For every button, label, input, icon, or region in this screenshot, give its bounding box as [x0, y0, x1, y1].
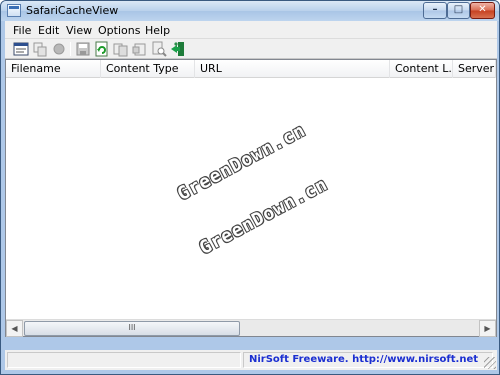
app-icon	[7, 4, 21, 17]
menu-help[interactable]: Help	[145, 24, 170, 37]
cache-list[interactable]: Filename Content Type URL Content L... S…	[5, 59, 497, 337]
menu-edit[interactable]: Edit	[38, 24, 59, 37]
copy-icon[interactable]	[32, 41, 48, 57]
copy-selected-icon[interactable]	[113, 41, 129, 57]
column-header: Filename Content Type URL Content L... S…	[6, 60, 496, 78]
column-url[interactable]: URL	[195, 60, 390, 78]
column-content-length[interactable]: Content L...	[390, 60, 453, 78]
properties-icon[interactable]	[13, 41, 29, 57]
column-filename[interactable]: Filename	[6, 60, 101, 78]
title-bar[interactable]: SafariCacheView – □ ✕	[1, 1, 499, 21]
scroll-right-icon[interactable]: ▶	[479, 320, 496, 337]
menu-file[interactable]: File	[13, 24, 31, 37]
toolbar	[5, 39, 497, 59]
menu-options[interactable]: Options	[98, 24, 140, 37]
scroll-left-icon[interactable]: ◀	[6, 320, 23, 337]
column-content-type[interactable]: Content Type	[101, 60, 195, 78]
menu-bar: File Edit View Options Help	[5, 21, 497, 39]
minimize-button[interactable]: –	[423, 2, 447, 19]
toolbar-separator	[70, 42, 71, 56]
column-server-name[interactable]: Server N	[453, 60, 496, 78]
stop-icon[interactable]	[51, 41, 67, 57]
refresh-icon[interactable]	[94, 41, 110, 57]
close-button[interactable]: ✕	[470, 2, 495, 19]
menu-view[interactable]: View	[66, 24, 92, 37]
resize-grip-icon[interactable]	[484, 357, 496, 369]
maximize-button[interactable]: □	[447, 2, 470, 19]
horizontal-scrollbar[interactable]: ◀ III ▶	[6, 319, 496, 337]
html-report-icon[interactable]	[132, 41, 148, 57]
window-title: SafariCacheView	[26, 4, 119, 17]
status-panel	[7, 352, 241, 368]
exit-icon[interactable]	[170, 41, 186, 57]
app-window: SafariCacheView – □ ✕ File Edit View Opt…	[0, 0, 500, 375]
status-link[interactable]: NirSoft Freeware. http://www.nirsoft.net	[249, 354, 478, 365]
status-bar: NirSoft Freeware. http://www.nirsoft.net	[5, 350, 497, 370]
save-icon[interactable]	[75, 41, 91, 57]
scroll-thumb[interactable]: III	[24, 321, 240, 336]
find-icon[interactable]	[151, 41, 167, 57]
